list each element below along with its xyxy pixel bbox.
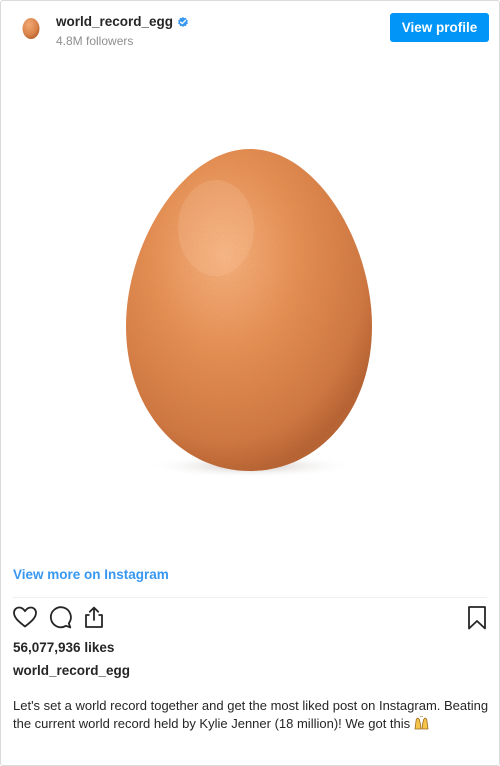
- post-image[interactable]: [1, 58, 499, 556]
- embedded-instagram-post: world_record_egg 4.8M followers View pro…: [0, 0, 500, 766]
- avatar[interactable]: [21, 16, 41, 40]
- share-icon[interactable]: [81, 605, 107, 629]
- raising-hands-emoji-icon: [414, 716, 429, 730]
- username[interactable]: world_record_egg: [56, 14, 173, 29]
- view-profile-button[interactable]: View profile: [390, 13, 489, 42]
- divider: [13, 597, 487, 598]
- caption-username[interactable]: world_record_egg: [13, 663, 130, 678]
- user-info: world_record_egg 4.8M followers: [56, 13, 189, 48]
- view-more-link[interactable]: View more on Instagram: [13, 567, 169, 582]
- post-header: world_record_egg 4.8M followers View pro…: [1, 1, 499, 57]
- bookmark-icon[interactable]: [466, 605, 488, 631]
- follower-count: 4.8M followers: [56, 34, 134, 48]
- comment-icon[interactable]: [47, 605, 73, 629]
- like-count[interactable]: 56,077,936 likes: [13, 640, 114, 655]
- heart-icon[interactable]: [12, 605, 38, 629]
- verified-badge-icon: [178, 16, 188, 27]
- caption: Let's set a world record together and ge…: [13, 697, 489, 733]
- username-link[interactable]: world_record_egg: [56, 14, 189, 29]
- egg-image: [126, 149, 372, 478]
